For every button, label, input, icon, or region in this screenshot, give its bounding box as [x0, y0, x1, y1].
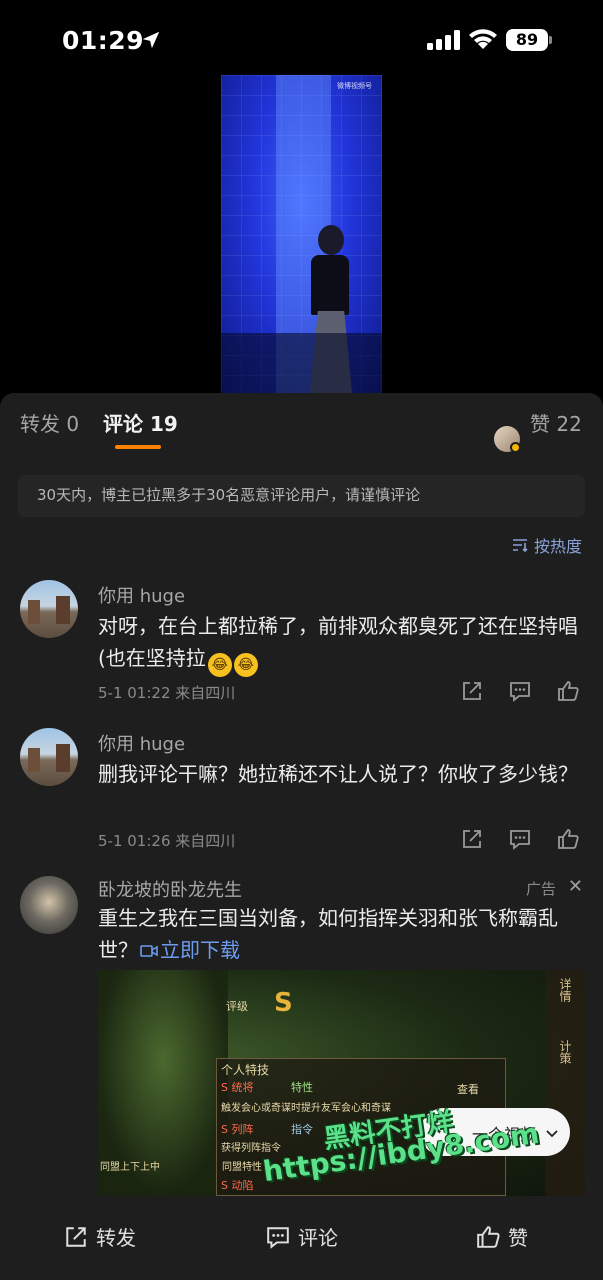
comment-meta: 5-1 01:22 来自四川	[98, 684, 236, 702]
avatar[interactable]	[20, 580, 78, 638]
side-label-2: 同盟特性	[222, 1162, 262, 1173]
like-button[interactable]: 赞	[476, 1222, 528, 1251]
sort-label: 按热度	[533, 537, 582, 556]
battery-indicator: 89	[506, 29, 548, 51]
ad-label: 广告	[525, 880, 556, 898]
ad-text: 重生之我在三国当刘备，如何指挥关羽和张飞称霸乱世？ 立即下载	[98, 902, 578, 966]
cellular-signal-icon	[427, 30, 460, 50]
repost-label: 转发	[96, 1226, 136, 1250]
reply-icon[interactable]	[509, 828, 531, 850]
comment-username[interactable]: 你用 huge	[98, 582, 185, 608]
moderation-notice: 30天内，博主已拉黑多于30名恶意评论用户，请谨慎评论	[18, 475, 585, 517]
sort-icon	[512, 537, 528, 556]
video-watermark: 微博视频号	[337, 82, 372, 90]
laugh-cry-emoji-icon: 😂	[233, 653, 258, 677]
wifi-icon	[469, 29, 497, 49]
like-label: 赞	[508, 1226, 528, 1250]
laugh-cry-emoji-icon: 😂	[207, 653, 232, 677]
skill-1-desc: 触发会心或奇谋时提升友军会心和奇谋	[221, 1103, 391, 1114]
comment-username[interactable]: 你用 huge	[98, 730, 185, 756]
avatar[interactable]	[20, 728, 78, 786]
download-link-label: 立即下载	[160, 938, 240, 962]
comment-meta: 5-1 01:26 来自四川	[98, 832, 236, 850]
thumb-up-icon[interactable]	[557, 680, 579, 702]
side-label-1: 同盟上下上中	[100, 1162, 160, 1173]
comment-text: 删我评论干嘛？她拉稀还不让人说了？你收了多少钱？	[98, 762, 578, 786]
status-time: 01:29	[62, 26, 145, 55]
tab-like[interactable]: 赞 22	[530, 408, 582, 437]
singer-head	[318, 225, 344, 255]
bottom-action-bar: 转发 评论 赞	[0, 1202, 603, 1280]
rank-label: 评级	[226, 1000, 248, 1013]
ad-username[interactable]: 卧龙坡的卧龙先生	[98, 876, 242, 902]
video-icon	[140, 945, 158, 957]
detail-sidebar: 详情 计策	[545, 970, 585, 1196]
comment-icon	[267, 1227, 289, 1249]
thumb-up-icon[interactable]	[557, 828, 579, 850]
stage-floor	[221, 333, 382, 393]
comment-text: 对呀，在台上都拉稀了，前排观众都臭死了还在坚持唱 (也在坚持拉 😂 😂	[98, 610, 578, 677]
comment-label: 评论	[298, 1226, 338, 1250]
comment-button[interactable]: 评论	[266, 1222, 338, 1251]
skill-3: S 动陷	[221, 1179, 254, 1192]
liker-badge	[510, 442, 521, 453]
skill-1-view: 查看	[457, 1083, 479, 1096]
avatar[interactable]	[20, 876, 78, 934]
detail-label: 详情	[558, 978, 572, 1002]
comment-actions	[461, 828, 581, 852]
tab-comment[interactable]: 评论 19	[103, 408, 178, 437]
skill-1: S 统将	[221, 1081, 254, 1094]
share-icon[interactable]	[461, 680, 483, 702]
status-bar: 01:29 89	[0, 0, 603, 80]
battery-tip	[549, 36, 552, 44]
grade-text: S	[274, 988, 293, 1018]
repost-button[interactable]: 转发	[64, 1222, 136, 1251]
download-link[interactable]: 立即下载	[138, 938, 240, 962]
strategy-label: 计策	[558, 1040, 572, 1064]
skill-panel-title: 个人特技	[221, 1063, 270, 1077]
share-icon	[66, 1227, 86, 1247]
thumb-up-icon	[477, 1226, 500, 1248]
skill-2-tag: 指令	[291, 1123, 313, 1136]
tab-repost[interactable]: 转发 0	[20, 408, 79, 437]
sort-toggle[interactable]: 按热度	[512, 533, 582, 557]
skill-1-tag: 特性	[291, 1081, 313, 1094]
skill-2: S 列阵	[221, 1123, 254, 1136]
share-icon[interactable]	[461, 828, 483, 850]
singer-body	[311, 255, 349, 315]
close-icon[interactable]: ✕	[568, 876, 583, 897]
tab-bar: 转发 0 评论 19 赞 22	[0, 408, 603, 458]
video-player[interactable]: 微博视频号	[221, 75, 382, 393]
location-arrow-icon	[142, 31, 160, 49]
active-tab-indicator	[115, 445, 161, 449]
reply-icon[interactable]	[509, 680, 531, 702]
comment-actions	[461, 680, 581, 704]
chevron-down-icon	[546, 1130, 558, 1138]
skill-2-desc: 获得列阵指令	[221, 1143, 281, 1154]
comment-text-content: 对呀，在台上都拉稀了，前排观众都臭死了还在坚持唱 (也在坚持拉	[98, 614, 578, 670]
